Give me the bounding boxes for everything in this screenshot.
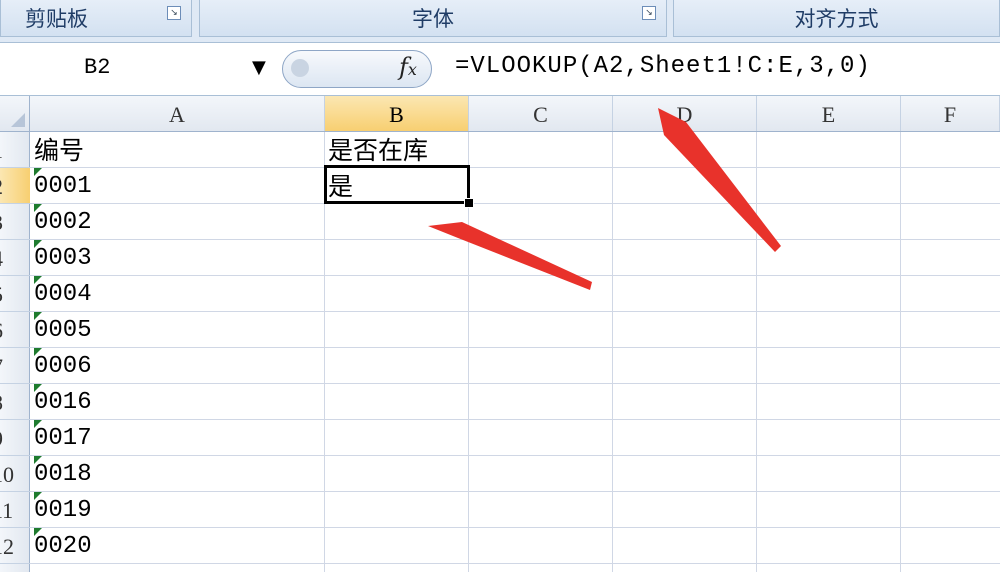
worksheet-grid[interactable]: 编号 0001 0002 0003 0004 0005 0006 0016 00… <box>30 132 1000 572</box>
cell-a8[interactable]: 0016 <box>34 384 92 420</box>
row-header[interactable]: 11 <box>0 492 30 528</box>
error-indicator-icon <box>34 528 42 536</box>
column-header-c[interactable]: C <box>469 96 613 131</box>
row-header-bar: 1 2 3 4 5 6 7 8 9 10 11 12 <box>0 132 30 572</box>
row-header[interactable]: 4 <box>0 240 30 276</box>
column-header-b[interactable]: B <box>325 96 469 131</box>
row-header[interactable]: 7 <box>0 348 30 384</box>
formula-bar: B2 ▼ fx =VLOOKUP(A2,Sheet1!C:E,3,0) <box>0 42 1000 96</box>
error-indicator-icon <box>34 456 42 464</box>
error-indicator-icon <box>34 276 42 284</box>
row-header[interactable]: 12 <box>0 528 30 564</box>
name-box[interactable]: B2 ▼ <box>0 43 280 95</box>
ribbon-group-label: 字体 <box>412 7 454 31</box>
name-box-value: B2 <box>84 55 111 80</box>
ribbon: 剪贴板 ↘ 字体 ↘ 对齐方式 <box>0 0 1000 42</box>
column-header-a[interactable]: A <box>30 96 325 131</box>
ribbon-group-font[interactable]: 字体 ↘ <box>199 0 667 37</box>
error-indicator-icon <box>34 312 42 320</box>
error-indicator-icon <box>34 420 42 428</box>
cell-a12[interactable]: 0020 <box>34 528 92 564</box>
row-header[interactable]: 2 <box>0 168 30 204</box>
cell-b1[interactable]: 是否在库 <box>328 132 428 168</box>
select-all-button[interactable] <box>0 96 30 131</box>
error-indicator-icon <box>34 384 42 392</box>
row-header[interactable]: 9 <box>0 420 30 456</box>
expand-handle-icon[interactable] <box>291 59 309 77</box>
cell-a1[interactable]: 编号 <box>34 132 84 168</box>
column-header-d[interactable]: D <box>613 96 757 131</box>
active-cell-border <box>324 165 470 204</box>
formula-input[interactable]: =VLOOKUP(A2,Sheet1!C:E,3,0) <box>455 53 871 80</box>
cell-a7[interactable]: 0006 <box>34 348 92 384</box>
row-header[interactable]: 3 <box>0 204 30 240</box>
row-header[interactable]: 8 <box>0 384 30 420</box>
error-indicator-icon <box>34 348 42 356</box>
cell-a10[interactable]: 0018 <box>34 456 92 492</box>
insert-function-button[interactable]: fx <box>282 50 432 88</box>
row-header[interactable]: 6 <box>0 312 30 348</box>
column-header-f[interactable]: F <box>901 96 1000 131</box>
fx-icon[interactable]: fx <box>399 53 417 81</box>
ribbon-group-clipboard[interactable]: 剪贴板 ↘ <box>0 0 192 37</box>
row-header[interactable]: 5 <box>0 276 30 312</box>
cell-a11[interactable]: 0019 <box>34 492 92 528</box>
dialog-launcher-icon[interactable]: ↘ <box>642 6 656 20</box>
error-indicator-icon <box>34 492 42 500</box>
dialog-launcher-icon[interactable]: ↘ <box>167 6 181 20</box>
error-indicator-icon <box>34 168 42 176</box>
column-header-e[interactable]: E <box>757 96 901 131</box>
error-indicator-icon <box>34 204 42 212</box>
error-indicator-icon <box>34 240 42 248</box>
chevron-down-icon[interactable]: ▼ <box>252 57 266 78</box>
cell-a5[interactable]: 0004 <box>34 276 92 312</box>
ribbon-group-alignment[interactable]: 对齐方式 <box>673 0 1000 37</box>
fill-handle[interactable] <box>464 198 474 208</box>
column-header-bar: A B C D E F <box>0 96 1000 132</box>
cell-a4[interactable]: 0003 <box>34 240 92 276</box>
cell-a2[interactable]: 0001 <box>34 168 92 204</box>
row-header[interactable]: 1 <box>0 132 30 168</box>
ribbon-group-label: 对齐方式 <box>794 7 879 31</box>
cell-a9[interactable]: 0017 <box>34 420 92 456</box>
cell-a6[interactable]: 0005 <box>34 312 92 348</box>
row-header[interactable]: 10 <box>0 456 30 492</box>
cell-a3[interactable]: 0002 <box>34 204 92 240</box>
